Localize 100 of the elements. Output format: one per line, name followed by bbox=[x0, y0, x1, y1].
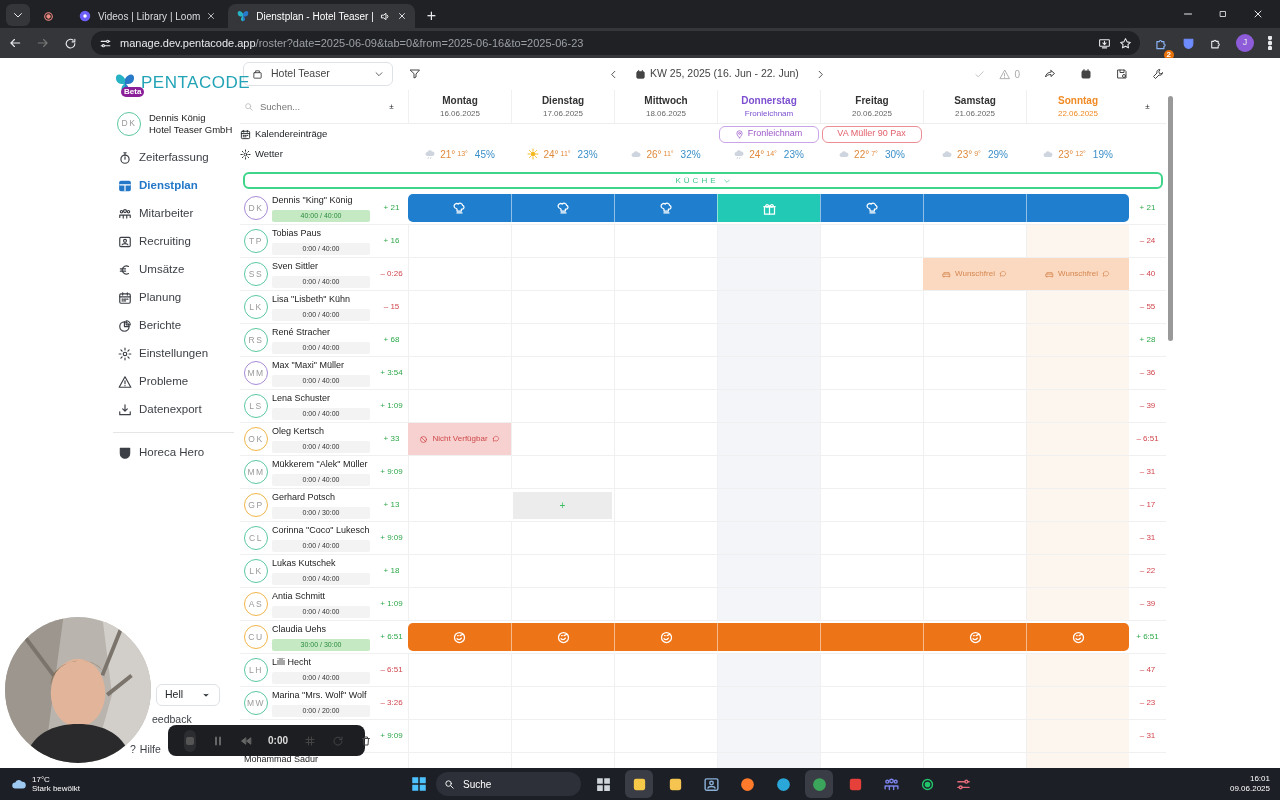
filter-icon[interactable] bbox=[409, 68, 421, 80]
forward-icon[interactable] bbox=[36, 36, 50, 50]
browser-tab[interactable]: Videos | Library | Loom bbox=[70, 4, 225, 28]
tab-list-button[interactable] bbox=[6, 4, 30, 26]
nav-item[interactable]: Mitarbeiter bbox=[113, 199, 234, 228]
profile-avatar[interactable]: J bbox=[1236, 34, 1254, 52]
wish-off-entry[interactable]: Wunschfrei bbox=[1026, 258, 1129, 290]
windows-icon[interactable] bbox=[410, 775, 429, 793]
unavailable-entry[interactable]: Nicht Verfügbar bbox=[408, 423, 511, 455]
close-icon[interactable] bbox=[396, 11, 407, 21]
shift-block[interactable] bbox=[923, 194, 1026, 222]
employee-avatar[interactable]: MM bbox=[244, 460, 268, 484]
shift-block[interactable] bbox=[717, 194, 820, 222]
employee-name: Mohammad Sadur bbox=[244, 755, 319, 764]
close-icon[interactable] bbox=[1252, 8, 1264, 20]
rewind-icon[interactable] bbox=[240, 734, 252, 747]
employee-avatar[interactable]: RS bbox=[244, 328, 268, 352]
employee-avatar[interactable]: MM bbox=[244, 361, 268, 385]
check-icon[interactable] bbox=[974, 68, 986, 80]
shift-block[interactable] bbox=[820, 623, 923, 651]
balance-value: – 31 bbox=[1139, 532, 1156, 544]
nav-item[interactable]: Probleme bbox=[113, 367, 234, 396]
close-icon[interactable] bbox=[206, 11, 217, 21]
rain-cloud-icon bbox=[424, 148, 437, 160]
stop-button[interactable] bbox=[184, 729, 196, 752]
day-cell[interactable] bbox=[1026, 291, 1129, 323]
scrollbar[interactable] bbox=[1168, 96, 1173, 341]
employee-avatar[interactable]: TP bbox=[244, 229, 268, 253]
taskbar-app[interactable] bbox=[625, 770, 654, 798]
shift-block[interactable] bbox=[820, 194, 923, 222]
day-cell[interactable] bbox=[1026, 225, 1129, 257]
save-icon[interactable] bbox=[1116, 68, 1128, 80]
install-icon[interactable] bbox=[1098, 36, 1111, 50]
high-temperature: 23° bbox=[1058, 147, 1074, 162]
shift-block[interactable] bbox=[614, 623, 717, 651]
employee-avatar[interactable]: OK bbox=[244, 427, 268, 451]
pause-icon[interactable] bbox=[212, 734, 224, 747]
user-avatar[interactable]: DK bbox=[117, 111, 141, 136]
grid-icon[interactable] bbox=[304, 734, 316, 747]
nav-item[interactable]: Planung bbox=[113, 283, 234, 312]
extension-icon[interactable] bbox=[1182, 36, 1195, 50]
employee-avatar[interactable]: CU bbox=[244, 625, 268, 649]
employee-avatar[interactable]: LK bbox=[244, 559, 268, 583]
taskbar-search[interactable]: Suche bbox=[436, 772, 582, 796]
employee-avatar[interactable]: LH bbox=[244, 658, 268, 682]
employee-name: Claudia Uehs bbox=[272, 623, 328, 637]
nav-item[interactable]: Horeca Hero bbox=[113, 438, 234, 467]
nav-item[interactable]: Zeiterfassung bbox=[113, 143, 234, 172]
wish-off-entry[interactable]: Wunschfrei bbox=[923, 258, 1026, 290]
employee-avatar[interactable]: SS bbox=[244, 262, 268, 286]
nav-item[interactable]: Dienstplan bbox=[113, 171, 234, 200]
wrench-icon[interactable] bbox=[1152, 68, 1164, 80]
taskbar-app[interactable] bbox=[805, 770, 834, 798]
employee-avatar[interactable]: DK bbox=[244, 196, 268, 220]
employee-avatar[interactable]: MW bbox=[244, 691, 268, 715]
employee-avatar[interactable]: LK bbox=[244, 295, 268, 319]
event-tag[interactable]: Fronleichnam bbox=[718, 125, 819, 143]
shift-block[interactable] bbox=[408, 194, 511, 222]
employee-avatar[interactable]: AS bbox=[244, 592, 268, 616]
browser-tab[interactable]: Dienstplan - Hotel Teaser | bbox=[228, 4, 415, 28]
calendar-icon[interactable] bbox=[1080, 68, 1092, 80]
shift-block[interactable] bbox=[408, 623, 511, 651]
menu-icon[interactable] bbox=[1268, 36, 1272, 50]
theme-select[interactable]: Hell bbox=[156, 684, 220, 706]
shift-block[interactable] bbox=[923, 623, 1026, 651]
back-icon[interactable] bbox=[8, 36, 22, 50]
nav-item[interactable]: Einstellungen bbox=[113, 339, 234, 368]
section-toggle[interactable]: KÜCHE bbox=[243, 172, 1163, 189]
shift-block[interactable] bbox=[1026, 194, 1129, 222]
employee-avatar[interactable]: LS bbox=[244, 394, 268, 418]
shift-block[interactable] bbox=[717, 623, 820, 651]
employee-avatar[interactable]: CL bbox=[244, 526, 268, 550]
reload-icon[interactable] bbox=[64, 36, 77, 50]
trash-icon[interactable] bbox=[360, 734, 372, 747]
chef-hat-icon bbox=[658, 200, 674, 216]
maximize-icon[interactable] bbox=[1218, 9, 1228, 19]
week-picker[interactable]: KW 25, 2025 (16. Jun - 22. Jun) bbox=[635, 66, 799, 82]
add-shift-button[interactable]: + bbox=[513, 491, 612, 519]
search-field[interactable]: Suchen... bbox=[258, 96, 370, 117]
warnings-button[interactable]: 0 bbox=[999, 66, 1020, 82]
nav-item[interactable]: Recruiting bbox=[113, 227, 234, 256]
sidebar-link[interactable]: ? Hilfe bbox=[130, 742, 161, 758]
nav-item[interactable]: Datenexport bbox=[113, 395, 234, 424]
share-icon[interactable] bbox=[1044, 68, 1056, 80]
address-bar[interactable]: manage.dev.pentacode.app/roster?date=2025-06-09&tab=0&from=2025-06-16&to=2025-06-23 bbox=[91, 31, 1140, 55]
shift-block[interactable] bbox=[511, 194, 614, 222]
shift-block[interactable] bbox=[614, 194, 717, 222]
chat-icon bbox=[882, 775, 900, 793]
bookmark-star-icon[interactable] bbox=[1119, 36, 1132, 50]
shift-block[interactable] bbox=[511, 623, 614, 651]
nav-item[interactable]: Umsätze bbox=[113, 255, 234, 284]
employee-avatar[interactable]: GP bbox=[244, 493, 268, 517]
nav-item[interactable]: Berichte bbox=[113, 311, 234, 340]
event-tag[interactable]: VA Müller 90 Pax bbox=[821, 125, 922, 143]
sidebar-link[interactable]: eedback bbox=[152, 712, 192, 728]
new-tab-button[interactable]: + bbox=[418, 4, 445, 28]
shift-block[interactable] bbox=[1026, 623, 1129, 651]
balance-value: + 6:51 bbox=[380, 631, 403, 643]
restart-icon[interactable] bbox=[332, 734, 344, 747]
employee-name: Tobias Paus bbox=[272, 227, 323, 241]
